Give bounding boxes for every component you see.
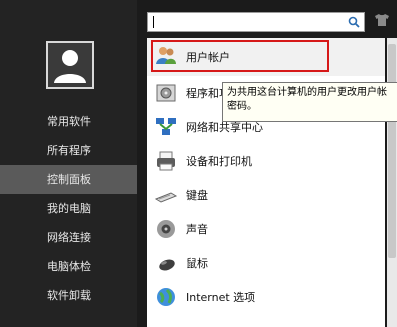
list-item-keyboard[interactable]: 键盘 [147,178,385,212]
globe-icon [155,286,177,308]
sidebar-item-my-computer[interactable]: 我的电脑 [0,194,137,223]
scrollbar-thumb[interactable] [388,44,396,258]
sidebar-menu: 常用软件 所有程序 控制面板 我的电脑 网络连接 电脑体检 软件卸载 [0,107,137,310]
tooltip-line-1: 为共用这台计算机的用户更改用户帐 [227,87,387,98]
list-item-internet-options[interactable]: Internet 选项 [147,280,385,314]
highlight-box [151,40,329,72]
sidebar-item-all-programs[interactable]: 所有程序 [0,136,137,165]
skin-shirt-icon[interactable] [374,13,390,30]
list-item-mouse[interactable]: 鼠标 [147,246,385,280]
sidebar-item-common-software[interactable]: 常用软件 [0,107,137,136]
sidebar-item-uninstall[interactable]: 软件卸载 [0,281,137,310]
sidebar-item-network-connection[interactable]: 网络连接 [0,223,137,252]
list-item-label: 键盘 [186,189,208,202]
list-item-user-accounts[interactable]: 用户帐户 [147,38,385,76]
network-icon [155,116,177,138]
search-icon[interactable] [348,16,360,31]
keyboard-icon [154,184,178,206]
programs-icon [155,82,177,104]
left-panel: 常用软件 所有程序 控制面板 我的电脑 网络连接 电脑体检 软件卸载 [0,0,137,327]
user-silhouette-icon [54,50,86,83]
list-item-label: 设备和打印机 [186,155,252,168]
list-item-label: 声音 [186,223,208,236]
tooltip-line-2: 密码。 [227,101,257,112]
printer-icon [155,150,177,172]
list-item-label: Internet 选项 [186,291,256,304]
sidebar-item-control-panel[interactable]: 控制面板 [0,165,137,194]
tooltip: 为共用这台计算机的用户更改用户帐 密码。 [222,82,397,122]
sidebar-item-pc-checkup[interactable]: 电脑体检 [0,252,137,281]
search-input[interactable] [147,12,365,32]
list-item-devices-printers[interactable]: 设备和打印机 [147,144,385,178]
text-caret [153,16,154,28]
mouse-icon [155,252,177,274]
avatar[interactable] [46,41,94,89]
list-item-sound[interactable]: 声音 [147,212,385,246]
speaker-icon [155,218,177,240]
right-panel: 用户帐户 程序和功能 网络和共享中心 设备和打印机 键盘 声音 鼠标 Inter… [137,0,397,327]
list-item-label: 鼠标 [186,257,208,270]
